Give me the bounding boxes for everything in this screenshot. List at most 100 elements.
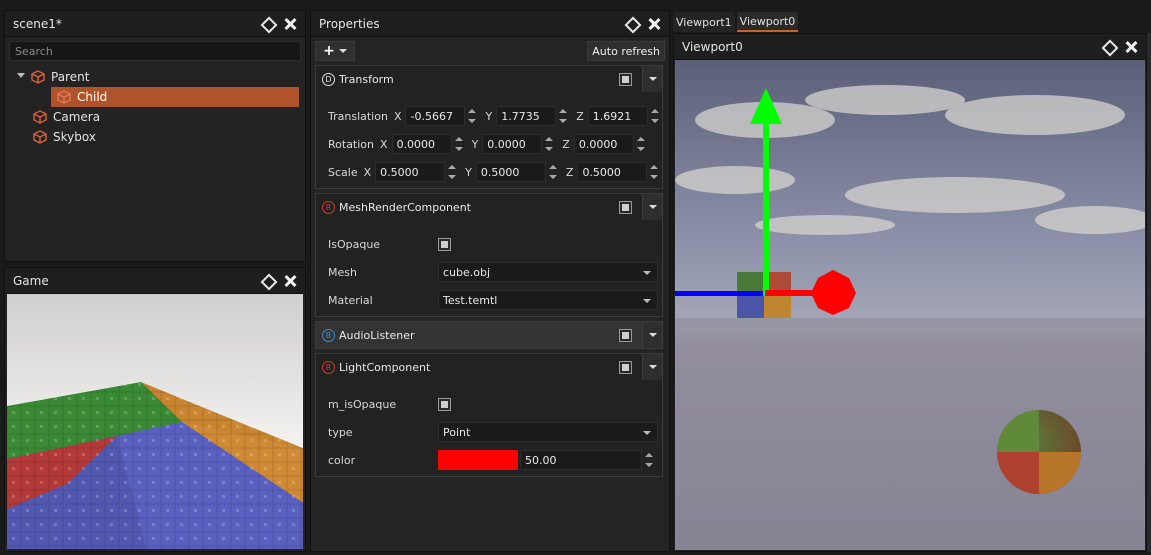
axis-z-label: Z xyxy=(562,137,570,151)
transform-component: D Transform Translation X -0.5667 Y 1.77… xyxy=(315,65,663,189)
component-name: LightComponent xyxy=(339,360,431,374)
spin-icon[interactable] xyxy=(649,162,659,182)
material-row: Material Test.temtl xyxy=(316,286,662,314)
component-menu-button[interactable] xyxy=(642,354,662,380)
scene-tree: Parent Child Camera Skybox xyxy=(5,67,305,147)
component-menu-button[interactable] xyxy=(642,322,662,348)
light-color-label: color xyxy=(328,453,356,467)
close-icon[interactable] xyxy=(1124,40,1138,54)
material-select[interactable]: Test.temtl xyxy=(438,290,658,310)
dock-icon[interactable] xyxy=(261,274,275,288)
scene-search-input[interactable]: Search xyxy=(9,41,301,61)
add-component-button[interactable]: + xyxy=(315,41,355,61)
component-name: Transform xyxy=(339,72,394,86)
viewport-header: Viewport0 xyxy=(674,34,1146,60)
is-opaque-checkbox[interactable] xyxy=(438,237,451,251)
translation-x-field[interactable]: -0.5667 xyxy=(405,106,466,126)
game-panel: Game xyxy=(4,267,306,552)
color-intensity-field[interactable]: 50.00 xyxy=(520,450,642,470)
is-opaque-label: IsOpaque xyxy=(328,237,381,251)
spin-icon[interactable] xyxy=(548,162,558,182)
rotation-z-field[interactable]: 0.0000 xyxy=(573,134,634,154)
component-menu-button[interactable] xyxy=(642,194,662,220)
translation-z-field[interactable]: 1.6921 xyxy=(587,106,648,126)
spin-icon[interactable] xyxy=(454,134,464,154)
light-type-row: type Point xyxy=(316,418,662,446)
component-badge-icon: D xyxy=(322,72,335,86)
dock-icon[interactable] xyxy=(1102,40,1116,54)
scale-row: Scale X 0.5000 Y 0.5000 Z 0.5000 xyxy=(316,158,662,186)
component-badge-icon: R xyxy=(322,360,335,374)
properties-header: Properties xyxy=(311,11,669,37)
axis-z-label: Z xyxy=(565,165,574,179)
properties-panel: Properties + Auto refresh D Transform Tr… xyxy=(310,10,670,552)
dock-icon[interactable] xyxy=(261,17,275,31)
light-opaque-label: m_isOpaque xyxy=(328,397,397,411)
search-placeholder: Search xyxy=(15,44,53,58)
properties-toolbar: + Auto refresh xyxy=(311,37,669,65)
spin-icon[interactable] xyxy=(447,162,457,182)
light-type-label: type xyxy=(328,425,353,439)
spin-icon[interactable] xyxy=(650,106,660,126)
rotation-y-field[interactable]: 0.0000 xyxy=(482,134,543,154)
scale-y-field[interactable]: 0.5000 xyxy=(475,162,546,182)
close-icon[interactable] xyxy=(283,274,297,288)
light-type-select[interactable]: Point xyxy=(438,422,658,442)
spin-icon[interactable] xyxy=(636,134,646,154)
rotation-x-field[interactable]: 0.0000 xyxy=(391,134,452,154)
tree-item-skybox[interactable]: Skybox xyxy=(5,127,305,147)
spin-icon[interactable] xyxy=(544,134,554,154)
axis-x-label: X xyxy=(380,137,388,151)
enable-checkbox[interactable] xyxy=(619,200,632,214)
plus-icon: + xyxy=(323,43,335,59)
viewport-panel: Viewport0 xyxy=(673,33,1147,552)
axis-z-label: Z xyxy=(576,109,584,123)
material-label: Material xyxy=(328,293,373,307)
sphere-object[interactable] xyxy=(997,410,1081,494)
tab-viewport1[interactable]: Viewport1 xyxy=(673,12,735,32)
auto-refresh-button[interactable]: Auto refresh xyxy=(587,41,665,61)
mesh-render-header[interactable]: R MeshRenderComponent xyxy=(316,194,662,220)
audio-listener-header[interactable]: B AudioListener xyxy=(316,322,662,348)
translation-row: Translation X -0.5667 Y 1.7735 Z 1.6921 xyxy=(316,102,662,130)
light-opaque-checkbox[interactable] xyxy=(438,397,451,411)
tree-item-parent[interactable]: Parent xyxy=(5,67,305,87)
component-name: AudioListener xyxy=(339,328,415,342)
tree-item-child[interactable]: Child xyxy=(51,87,299,107)
dock-icon[interactable] xyxy=(625,17,639,31)
transform-header[interactable]: D Transform xyxy=(316,66,662,92)
mesh-select[interactable]: cube.obj xyxy=(438,262,658,282)
translation-y-field[interactable]: 1.7735 xyxy=(496,106,557,126)
component-name: MeshRenderComponent xyxy=(339,200,471,214)
axis-y-label: Y xyxy=(485,109,493,123)
spin-icon[interactable] xyxy=(558,106,568,126)
rotation-label: Rotation xyxy=(328,137,375,151)
game-render-view[interactable] xyxy=(7,294,303,549)
is-opaque-row: IsOpaque xyxy=(316,230,662,258)
enable-checkbox[interactable] xyxy=(619,72,632,86)
chevron-down-icon xyxy=(338,49,347,53)
viewport-scrollbar[interactable] xyxy=(1147,33,1151,552)
close-icon[interactable] xyxy=(647,17,661,31)
cube-icon xyxy=(33,130,47,144)
expand-arrow-icon[interactable] xyxy=(17,73,25,81)
rotation-row: Rotation X 0.0000 Y 0.0000 Z 0.0000 xyxy=(316,130,662,158)
light-header[interactable]: R LightComponent xyxy=(316,354,662,380)
component-menu-button[interactable] xyxy=(642,66,662,92)
color-swatch[interactable] xyxy=(438,450,518,470)
scale-z-field[interactable]: 0.5000 xyxy=(577,162,648,182)
tree-item-camera[interactable]: Camera xyxy=(5,107,305,127)
tab-viewport0[interactable]: Viewport0 xyxy=(736,12,799,32)
spin-icon[interactable] xyxy=(644,450,654,470)
enable-checkbox[interactable] xyxy=(619,360,632,374)
close-icon[interactable] xyxy=(283,17,297,31)
scene-title: scene1* xyxy=(13,16,62,31)
scale-x-field[interactable]: 0.5000 xyxy=(375,162,446,182)
game-title: Game xyxy=(13,273,49,288)
spin-icon[interactable] xyxy=(467,106,477,126)
mesh-row: Mesh cube.obj xyxy=(316,258,662,286)
enable-checkbox[interactable] xyxy=(619,328,632,342)
audio-listener-component: B AudioListener xyxy=(315,321,663,349)
viewport-render-view[interactable] xyxy=(675,60,1145,550)
tree-item-label: Child xyxy=(77,90,108,104)
